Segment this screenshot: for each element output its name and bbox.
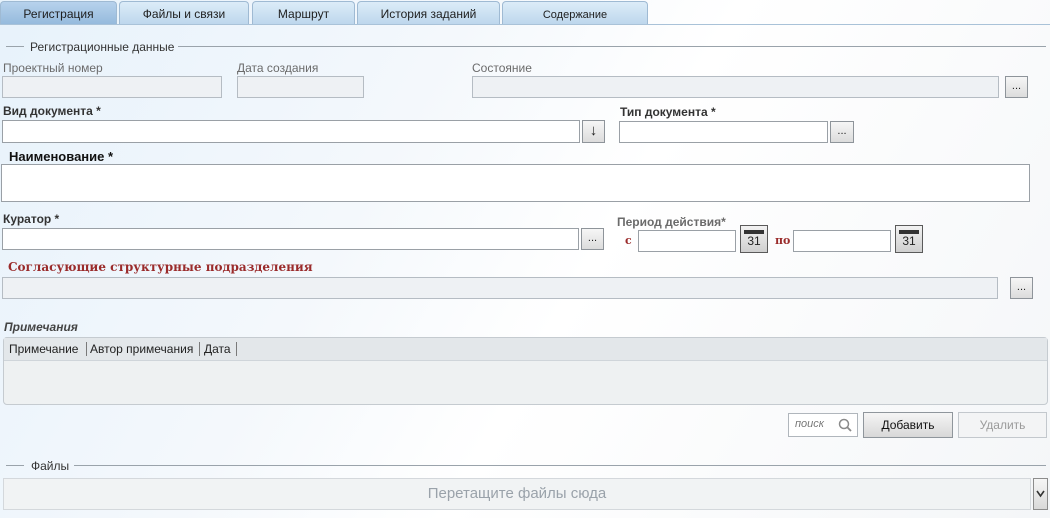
notes-column-date[interactable]: Дата [204,342,231,356]
name-label: Наименование * [9,149,114,164]
period-to-calendar-button[interactable]: 31 [895,225,923,253]
doc-kind-dropdown-button[interactable]: ↓ [582,120,605,143]
curator-field[interactable] [2,228,579,250]
tab-content[interactable]: Содержание [502,1,648,25]
column-separator [199,342,200,356]
arrow-down-icon: ↓ [589,122,598,139]
state-field[interactable] [472,76,999,98]
files-divider-left [6,465,24,466]
doc-type-label: Тип документа * [620,105,716,119]
doc-kind-label: Вид документа * [3,104,101,118]
doc-type-field[interactable] [619,121,828,143]
departments-label: Согласующие структурные подразделения [8,260,313,274]
curator-select-button[interactable]: ... [581,228,604,250]
tab-registration[interactable]: Регистрация [0,1,117,25]
departments-field[interactable] [2,277,998,299]
name-field[interactable] [1,164,1030,202]
period-to-field[interactable] [793,230,891,252]
files-divider-right [74,465,1046,466]
state-select-button[interactable]: ... [1005,76,1028,98]
delete-note-button[interactable]: Удалить [958,412,1047,438]
notes-column-note[interactable]: Примечание [9,342,78,356]
search-icon[interactable] [837,417,853,440]
period-label: Период действия* [617,215,726,229]
doc-kind-field[interactable] [2,120,580,143]
notes-grid-header: Примечание Автор примечания Дата [4,338,1047,361]
search-placeholder: поиск [795,418,824,430]
group-divider-right [178,46,1046,47]
tab-route[interactable]: Маршрут [252,1,355,25]
chevron-down-icon [1036,490,1045,498]
files-scroll-button[interactable] [1033,478,1048,510]
tab-task-history[interactable]: История заданий [357,1,500,25]
period-from-calendar-button[interactable]: 31 [740,225,768,253]
curator-label: Куратор * [3,212,60,226]
creation-date-label: Дата создания [237,61,319,75]
group-divider-left [6,46,24,47]
departments-select-button[interactable]: ... [1010,277,1033,299]
files-drop-zone[interactable]: Перетащите файлы сюда [3,478,1031,510]
tab-strip-divider [0,24,1050,25]
column-separator [236,342,237,356]
project-number-field[interactable] [2,76,222,98]
creation-date-field[interactable] [237,76,364,98]
files-group-title: Файлы [31,459,70,473]
notes-title: Примечания [4,320,78,334]
notes-search-input[interactable]: поиск [788,413,858,437]
period-to-label: по [775,234,791,247]
period-from-field[interactable] [638,230,736,252]
doc-type-select-button[interactable]: ... [830,121,854,143]
notes-grid[interactable]: Примечание Автор примечания Дата [3,337,1048,405]
add-note-button[interactable]: Добавить [863,412,953,438]
group-title-registration: Регистрационные данные [30,40,175,54]
tab-files-and-links[interactable]: Файлы и связи [119,1,249,25]
column-separator [86,342,87,356]
period-from-label: с [625,234,632,247]
state-label: Состояние [472,61,532,75]
project-number-label: Проектный номер [3,61,103,75]
notes-column-author[interactable]: Автор примечания [90,342,193,356]
